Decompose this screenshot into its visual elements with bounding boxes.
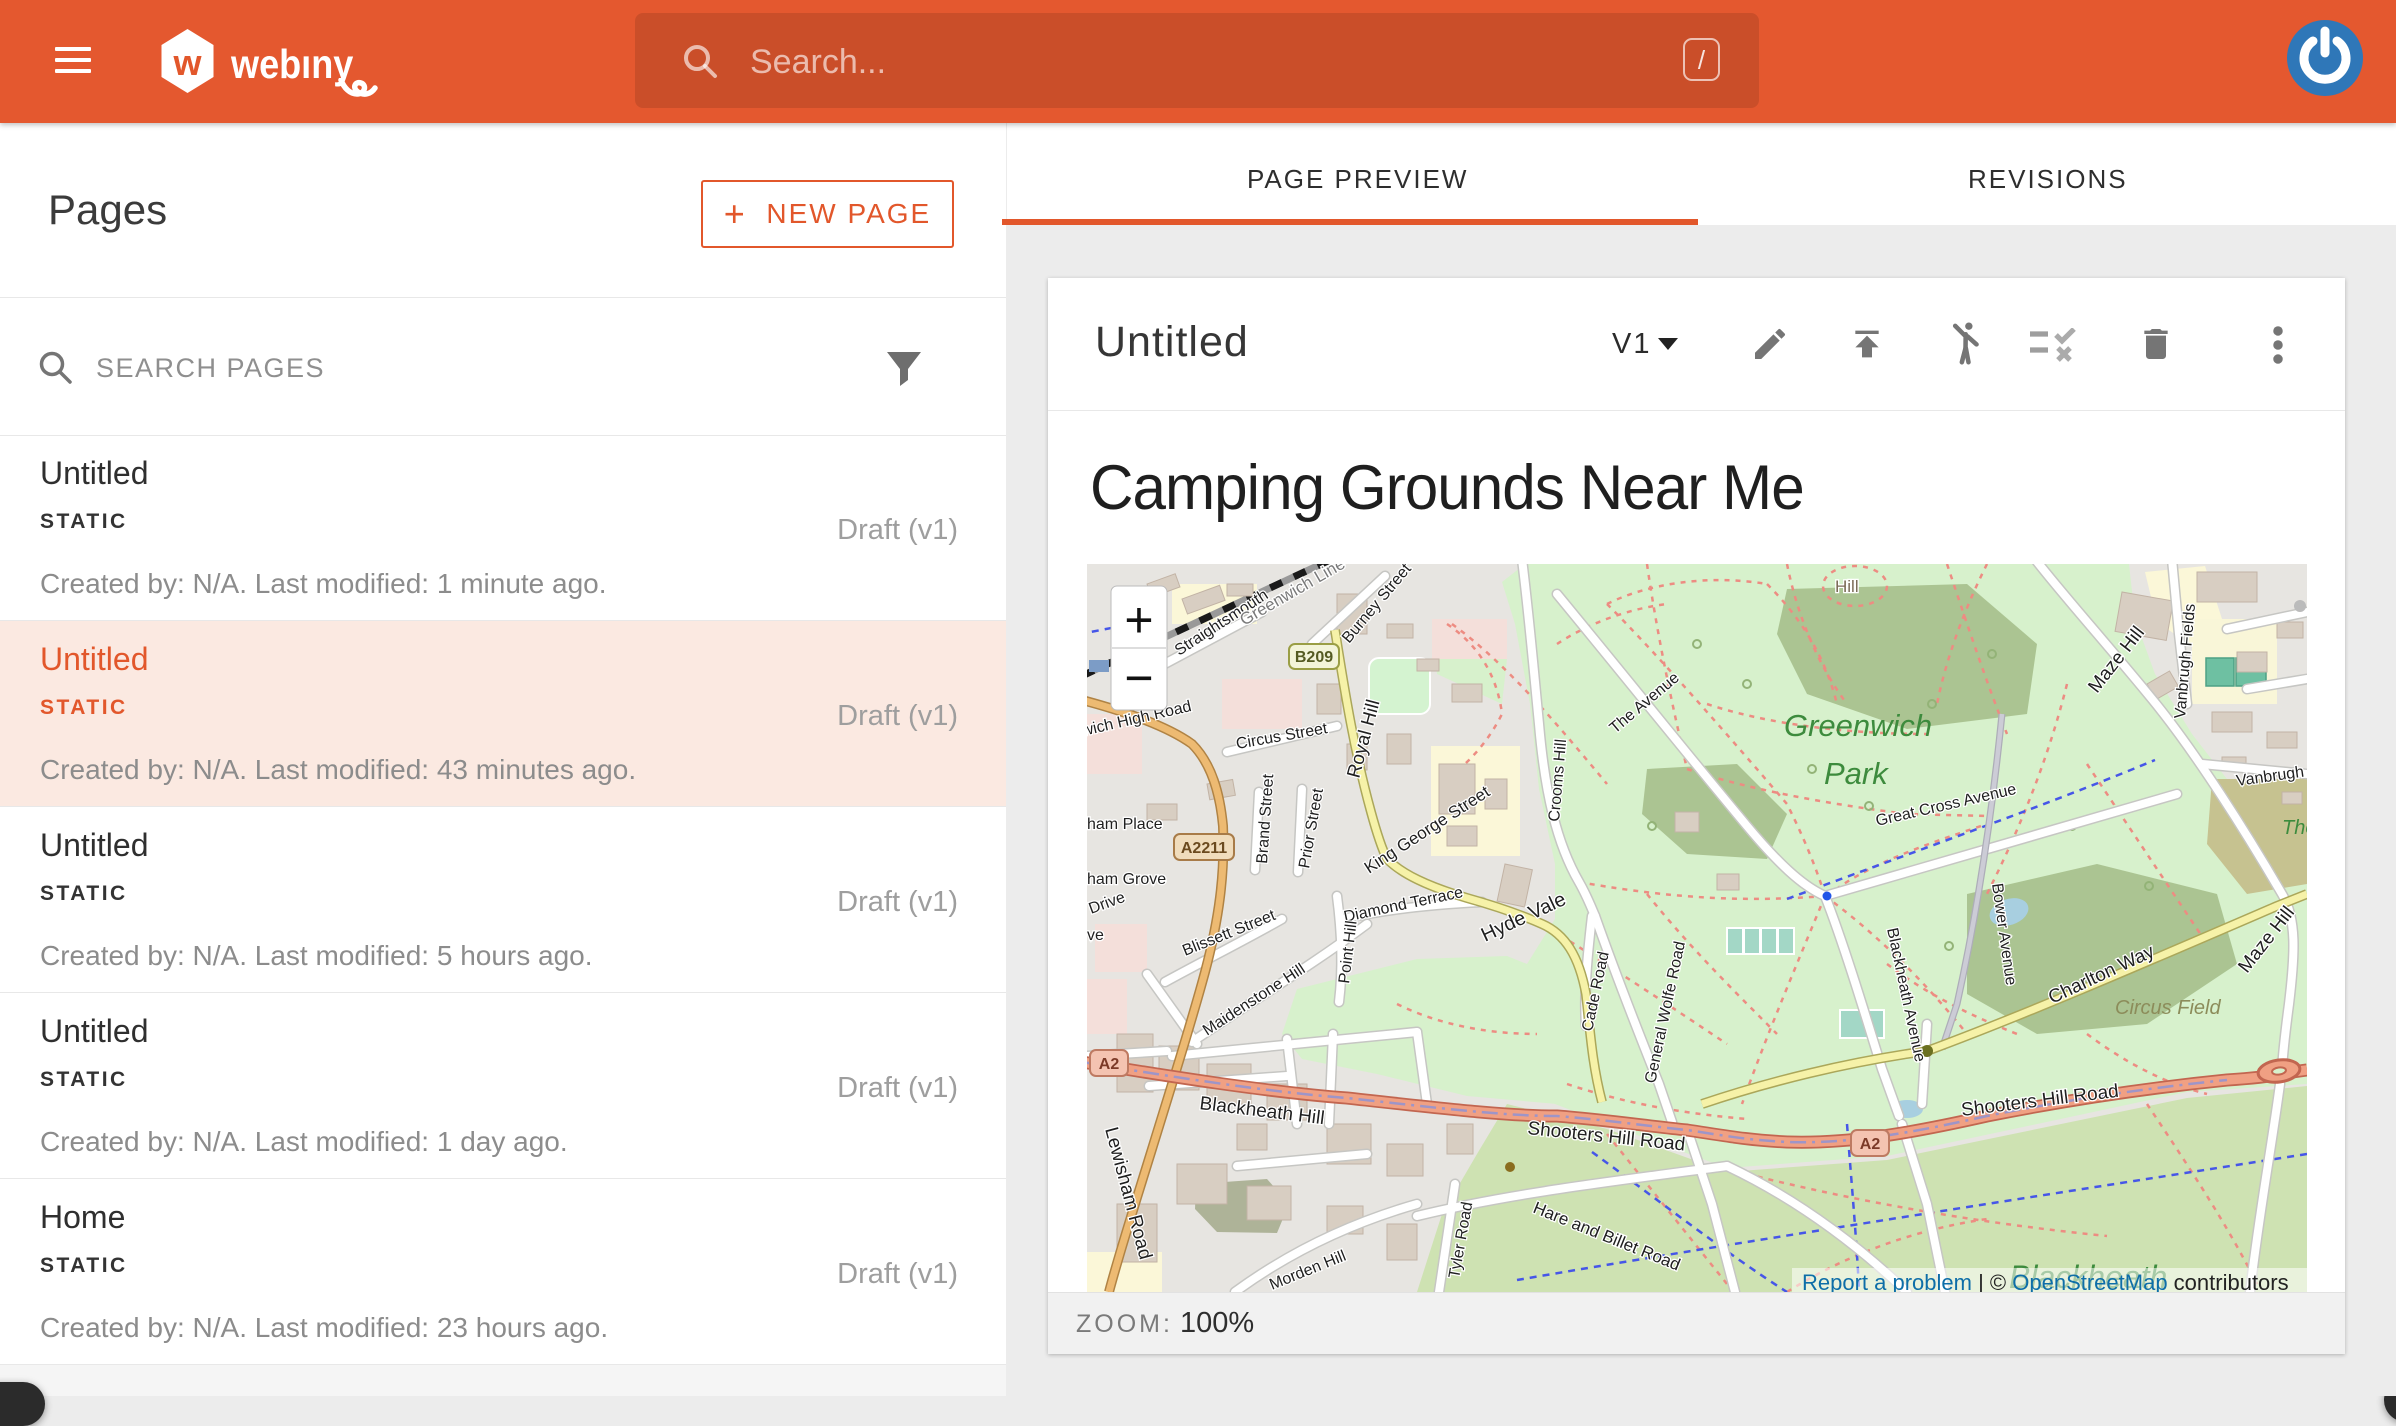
svg-text:B209: B209 <box>1295 649 1333 666</box>
svg-text:ham Grove: ham Grove <box>1087 871 1166 888</box>
svg-text:Greenwich: Greenwich <box>1784 708 1932 743</box>
svg-text:ham Place: ham Place <box>1087 816 1163 833</box>
svg-text:Circus Field: Circus Field <box>2115 997 2221 1019</box>
svg-text:ve: ve <box>1087 927 1104 944</box>
svg-text:Report a problem | © OpenStree: Report a problem | © OpenStreetMap contr… <box>1802 1270 2289 1292</box>
svg-text:A2: A2 <box>1099 1056 1120 1073</box>
svg-text:A2211: A2211 <box>1181 840 1227 857</box>
svg-text:The: The <box>2282 817 2307 839</box>
svg-text:−: − <box>1124 650 1153 706</box>
svg-text:Hill: Hill <box>1835 577 1859 596</box>
svg-text:+: + <box>1124 592 1153 648</box>
svg-text:Park: Park <box>1824 756 1889 791</box>
svg-text:w: w <box>172 42 202 83</box>
svg-text:A2: A2 <box>1860 1136 1881 1153</box>
